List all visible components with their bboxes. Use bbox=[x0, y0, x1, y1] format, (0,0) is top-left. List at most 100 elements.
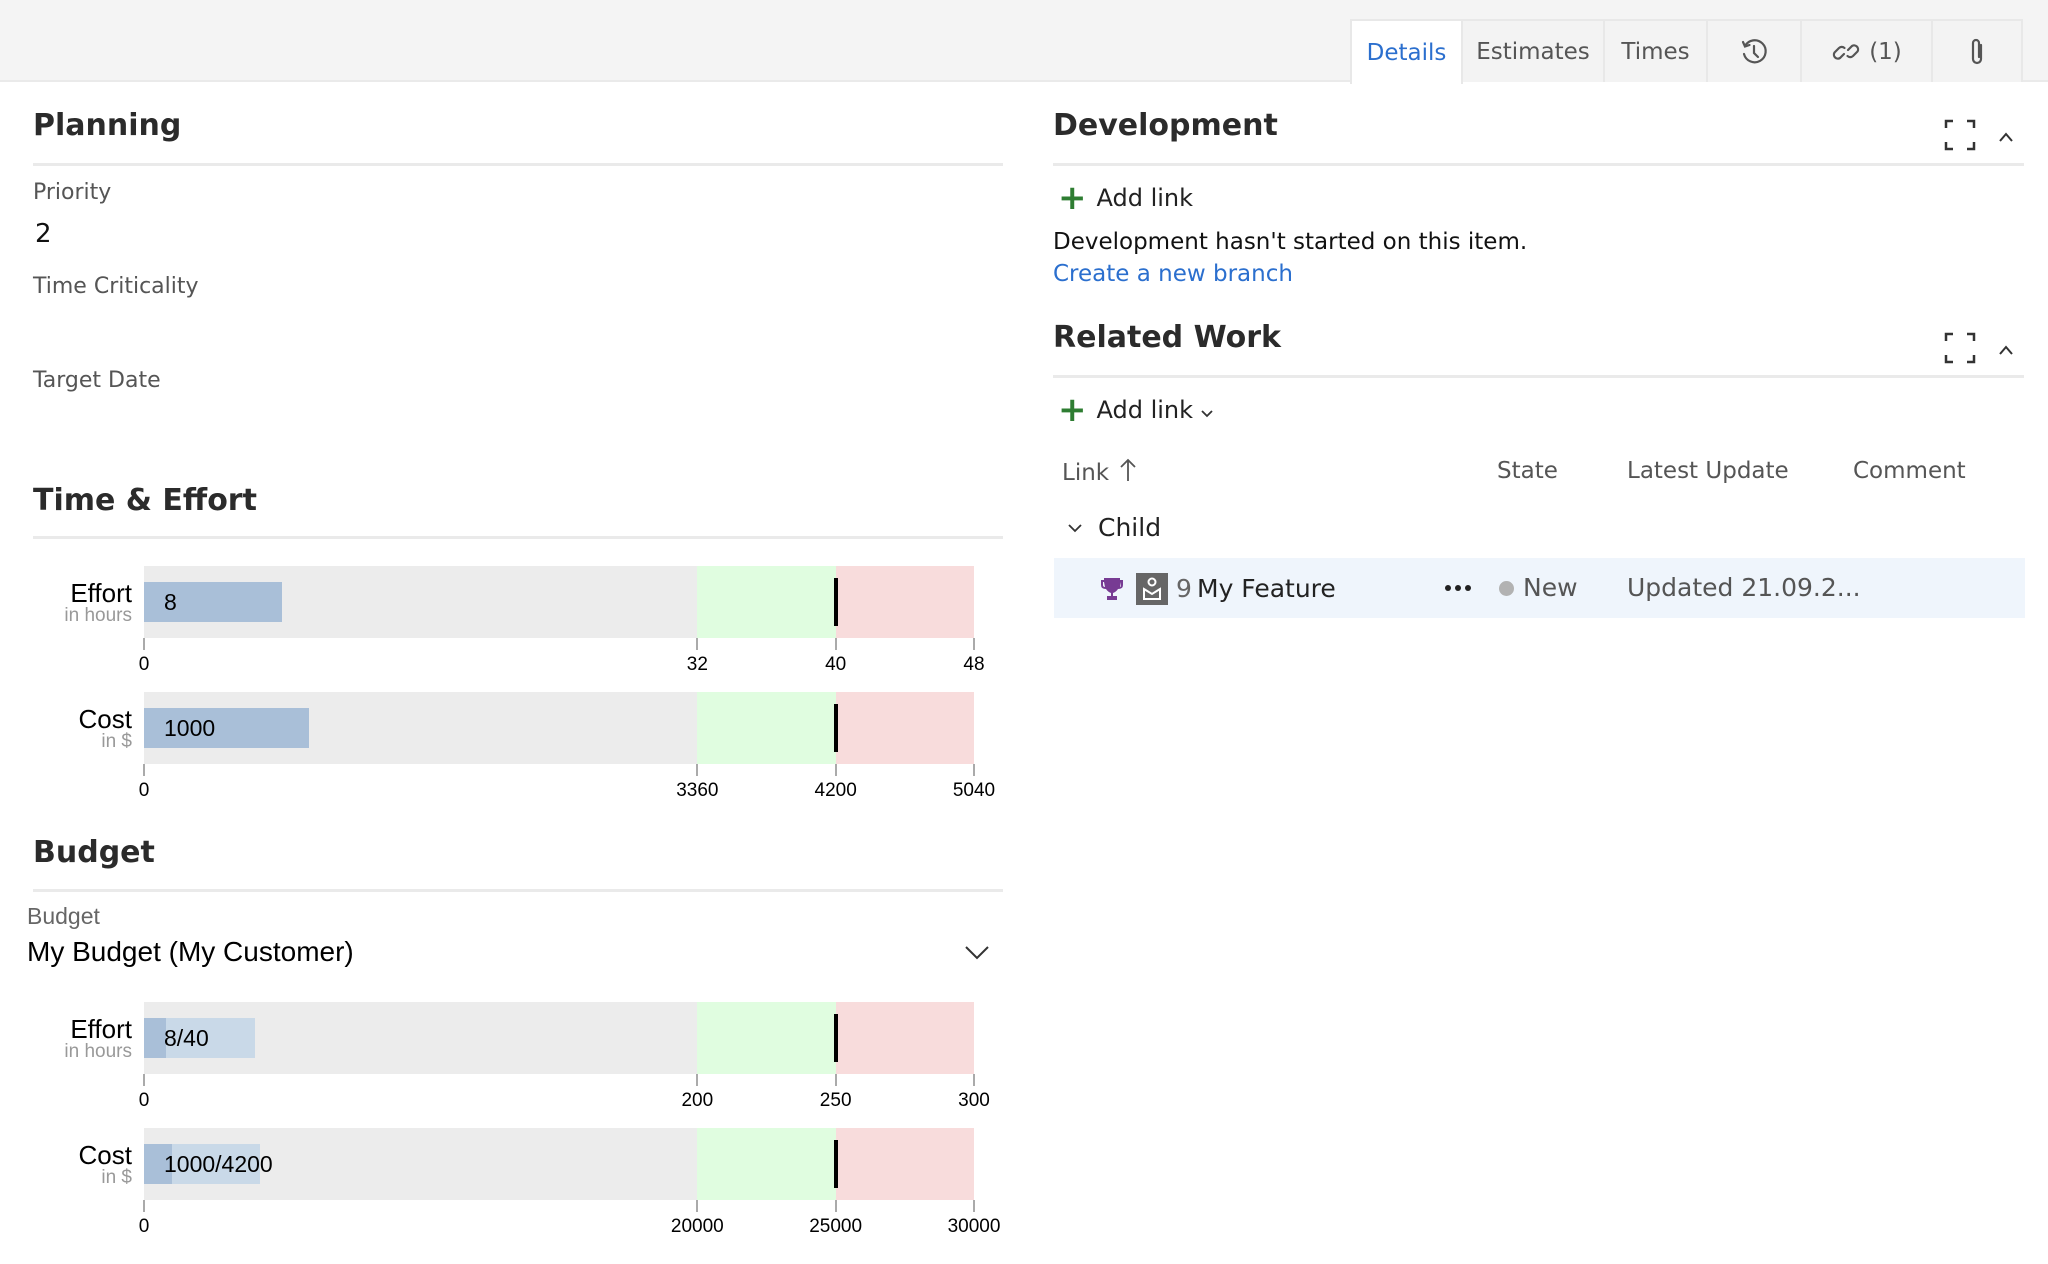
axis-tick bbox=[973, 1200, 975, 1212]
tab-label: Details bbox=[1366, 39, 1447, 66]
bullet-label: Cost in $ bbox=[79, 1142, 132, 1188]
tab-bar: Details Estimates Times (1) bbox=[0, 0, 2048, 84]
column-header-latest-update[interactable]: Latest Update bbox=[1627, 458, 1789, 484]
expand-icon[interactable] bbox=[1944, 119, 1976, 155]
link-icon bbox=[1831, 37, 1861, 67]
target-marker bbox=[833, 1014, 838, 1062]
axis-tick bbox=[696, 1200, 699, 1212]
collapse-chevron-up-icon[interactable] bbox=[1998, 341, 2014, 360]
development-message: Development hasn't started on this item. bbox=[1053, 229, 1528, 255]
related-work-add-link-button[interactable]: + Add link bbox=[1058, 393, 1213, 427]
axis-tick bbox=[973, 764, 975, 776]
range-over bbox=[835, 1128, 974, 1200]
time-criticality-label: Time Criticality bbox=[33, 274, 199, 299]
axis-tick bbox=[696, 638, 699, 650]
related-work-title: Related Work bbox=[1053, 320, 1281, 355]
column-header-comment[interactable]: Comment bbox=[1853, 458, 1966, 484]
axis-tick-label: 48 bbox=[963, 654, 985, 675]
bullet-title: Cost bbox=[78, 704, 132, 734]
budget-dropdown-value: My Budget (My Customer) bbox=[27, 936, 354, 967]
time-criticality-field[interactable] bbox=[35, 308, 995, 342]
development-divider bbox=[1053, 163, 2024, 166]
development-header-actions bbox=[1944, 119, 2014, 155]
add-link-label: Add link bbox=[1096, 184, 1194, 212]
range-over bbox=[835, 566, 974, 638]
bullet-subtitle: in hours bbox=[64, 1041, 132, 1062]
bullet-title: Effort bbox=[70, 578, 132, 608]
table-row[interactable]: 9 My Feature New Updated 21.09.2... bbox=[1054, 558, 2025, 618]
state-dot-icon bbox=[1499, 581, 1514, 596]
range-over bbox=[835, 1002, 974, 1074]
axis-tick bbox=[834, 764, 837, 776]
axis-tick bbox=[143, 1200, 145, 1212]
tab-details[interactable]: Details bbox=[1350, 19, 1463, 84]
tab-history[interactable] bbox=[1708, 19, 1802, 82]
group-row-child[interactable]: Child bbox=[1068, 513, 1161, 542]
sort-ascending-icon bbox=[1119, 458, 1137, 488]
expand-icon[interactable] bbox=[1944, 332, 1976, 368]
range-over bbox=[835, 692, 974, 764]
target-marker bbox=[833, 1140, 838, 1188]
chevron-down-icon bbox=[1201, 396, 1213, 424]
axis-tick-label: 250 bbox=[819, 1090, 852, 1111]
tab-times[interactable]: Times bbox=[1605, 19, 1708, 82]
value-label: 1000 bbox=[164, 715, 216, 741]
range-good bbox=[697, 566, 836, 638]
axis-tick bbox=[973, 1074, 975, 1086]
target-marker bbox=[833, 578, 838, 626]
axis-tick bbox=[143, 1074, 145, 1086]
target-date-field[interactable] bbox=[35, 402, 995, 436]
plus-icon: + bbox=[1058, 178, 1087, 218]
budget-dropdown[interactable]: My Budget (My Customer) bbox=[27, 936, 997, 976]
axis-tick-label: 300 bbox=[958, 1090, 990, 1111]
axis-tick-label: 32 bbox=[686, 654, 708, 675]
column-header-label: Link bbox=[1062, 460, 1110, 486]
bullet-subtitle: in $ bbox=[101, 1167, 132, 1188]
bullet-label: Effort in hours bbox=[64, 580, 132, 626]
trophy-icon bbox=[1100, 576, 1124, 606]
axis-tick bbox=[143, 764, 145, 776]
bullet-title: Cost bbox=[78, 1140, 132, 1170]
tab-label: Times bbox=[1621, 38, 1690, 65]
group-label: Child bbox=[1098, 513, 1162, 542]
axis-tick bbox=[973, 638, 975, 650]
axis-tick-label: 0 bbox=[138, 654, 150, 675]
axis-tick-label: 0 bbox=[138, 780, 150, 801]
bullet-chart-budget-cost: Cost in $ 1000/4200 0 20000 25000 30000 bbox=[0, 1128, 1040, 1248]
axis-tick bbox=[143, 638, 145, 650]
target-date-label: Target Date bbox=[33, 368, 161, 393]
axis-tick-label: 200 bbox=[681, 1090, 714, 1111]
value-label: 8 bbox=[164, 589, 177, 615]
links-count: (1) bbox=[1869, 38, 1902, 65]
attachment-icon bbox=[1965, 37, 1989, 67]
axis-tick-label: 25000 bbox=[809, 1216, 863, 1237]
work-item-id: 9 bbox=[1176, 574, 1192, 603]
tab-attachments[interactable] bbox=[1933, 19, 2023, 82]
create-branch-link[interactable]: Create a new branch bbox=[1053, 261, 1293, 287]
axis-tick-label: 0 bbox=[138, 1090, 150, 1111]
work-item-state: New bbox=[1523, 573, 1578, 602]
axis-tick bbox=[696, 1074, 699, 1086]
value-label: 8/40 bbox=[164, 1025, 209, 1051]
tabs: Details Estimates Times (1) bbox=[1350, 19, 2023, 84]
bullet-chart-cost: Cost in $ 1000 0 3360 4200 5040 bbox=[0, 692, 1040, 812]
column-header-state[interactable]: State bbox=[1497, 458, 1558, 484]
more-actions-icon[interactable] bbox=[1444, 576, 1472, 604]
work-item-title-link[interactable]: My Feature bbox=[1197, 574, 1336, 603]
work-item-type-icon bbox=[1136, 573, 1168, 605]
tab-links[interactable]: (1) bbox=[1802, 19, 1933, 82]
bullet-label: Effort in hours bbox=[64, 1016, 132, 1062]
tab-estimates[interactable]: Estimates bbox=[1463, 19, 1605, 82]
range-good bbox=[697, 1128, 836, 1200]
chevron-down-icon bbox=[964, 944, 990, 966]
target-marker bbox=[833, 704, 838, 752]
development-add-link-button[interactable]: + Add link bbox=[1058, 178, 1194, 218]
bullet-label: Cost in $ bbox=[79, 706, 132, 752]
value-label: 1000/4200 bbox=[164, 1151, 273, 1177]
column-header-link[interactable]: Link bbox=[1062, 458, 1137, 488]
budget-title: Budget bbox=[33, 835, 155, 870]
axis-tick-label: 30000 bbox=[947, 1216, 1001, 1237]
bullet-chart-effort: Effort in hours 8 0 32 40 48 bbox=[0, 566, 1040, 686]
collapse-chevron-up-icon[interactable] bbox=[1998, 128, 2014, 147]
priority-field[interactable]: 2 bbox=[35, 219, 995, 253]
